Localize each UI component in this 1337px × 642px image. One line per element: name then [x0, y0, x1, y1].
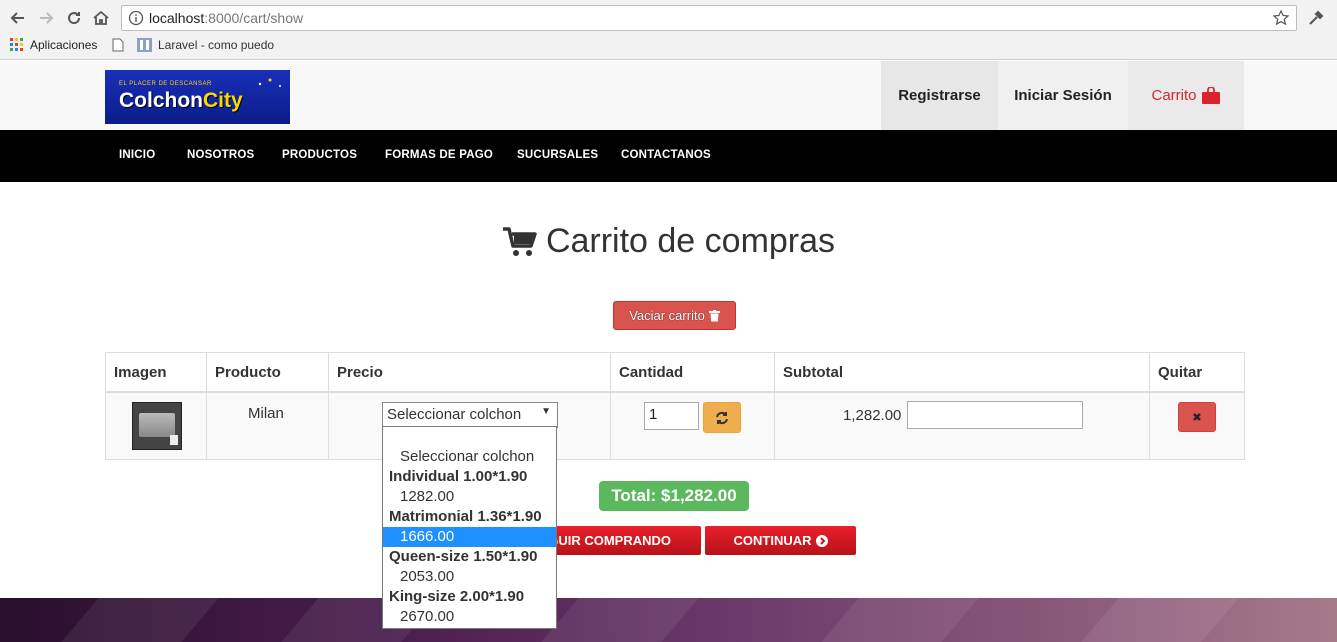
login-link[interactable]: Iniciar Sesión [998, 61, 1128, 130]
bookmarks-bar: Aplicaciones Laravel - como puedo [0, 36, 1337, 58]
chevron-right-circle-icon [815, 534, 828, 547]
cart-total: Total: $1,282.00 [599, 481, 749, 511]
header-imagen: Imagen [114, 364, 167, 381]
bookmark-apps[interactable]: Aplicaciones [10, 38, 97, 52]
quantity-input[interactable]: 1 [644, 402, 699, 430]
url-path: :8000/cart/show [204, 10, 304, 26]
column-divider [1149, 353, 1150, 459]
column-divider [610, 353, 611, 459]
laravel-favicon-icon [137, 38, 152, 52]
continue-label: CONTINUAR [733, 533, 812, 548]
dropdown-group-king: King-size 2.00*1.90 [389, 588, 525, 605]
eyedropper-icon[interactable] [1306, 8, 1326, 28]
header-subtotal: Subtotal [783, 364, 843, 381]
bookmark-label: Aplicaciones [30, 38, 98, 52]
column-divider [774, 353, 775, 459]
browser-chrome: localhost:8000/cart/show Aplicaciones La… [0, 0, 1337, 60]
footer-band [0, 598, 1337, 642]
header-precio: Precio [337, 364, 383, 381]
shopping-bag-icon [1201, 86, 1220, 104]
product-name: Milan [248, 405, 284, 422]
apps-grid-icon [10, 38, 23, 51]
dropdown-group-individual: Individual 1.00*1.90 [389, 468, 528, 485]
mattress-size-select[interactable]: Seleccionar colchon ▼ [382, 402, 558, 428]
home-icon[interactable] [89, 6, 113, 30]
nav-item-formas-de-pago[interactable]: FORMAS DE PAGO [385, 149, 493, 161]
update-quantity-button[interactable] [703, 402, 741, 433]
url-text: localhost:8000/cart/show [149, 10, 303, 26]
url-host: localhost [149, 10, 205, 26]
cart-table: Imagen Producto Precio Cantidad Subtotal… [105, 352, 1245, 460]
colchon-city-logo[interactable]: EL PLACER DE DESCANSAR ColchonCity [105, 70, 290, 124]
mattress-size-dropdown[interactable]: Seleccionar colchon Individual 1.00*1.90… [382, 426, 557, 629]
bookmark-star-icon[interactable] [1272, 9, 1290, 27]
dropdown-group-matrimonial: Matrimonial 1.36*1.90 [389, 508, 542, 525]
header-cantidad: Cantidad [619, 364, 684, 381]
empty-cart-label: Vaciar carrito [629, 308, 705, 323]
column-divider [328, 353, 329, 459]
product-image [132, 402, 182, 450]
logo-wordmark: ColchonCity [119, 89, 243, 113]
nav-item-inicio[interactable]: INICIO [119, 149, 155, 161]
keep-shopping-button[interactable]: GUIR COMPRANDO [541, 526, 701, 555]
logo-word-b: City [203, 89, 243, 112]
page-title: Carrito de compras [0, 222, 1337, 261]
main-nav: INICIO NOSOTROS PRODUCTOS FORMAS DE PAGO… [0, 130, 1337, 182]
dropdown-option-queen[interactable]: 2053.00 [383, 567, 556, 587]
select-value: Seleccionar colchon [387, 406, 522, 423]
stars-icon [258, 78, 281, 87]
dropdown-arrow-icon: ▼ [541, 406, 551, 417]
empty-cart-button[interactable]: Vaciar carrito [613, 301, 736, 330]
close-icon [1193, 413, 1201, 421]
back-arrow-icon[interactable] [6, 6, 30, 30]
refresh-icon [716, 411, 728, 424]
cart-label: Carrito [1151, 87, 1197, 104]
register-link[interactable]: Registrarse [881, 61, 998, 130]
nav-item-nosotros[interactable]: NOSOTROS [187, 149, 254, 161]
address-bar[interactable]: localhost:8000/cart/show [121, 5, 1297, 31]
page-title-text: Carrito de compras [545, 222, 836, 260]
nav-item-productos[interactable]: PRODUCTOS [282, 149, 357, 161]
trash-icon [708, 309, 720, 321]
continue-button[interactable]: CONTINUAR [705, 526, 856, 555]
bookmark-label: Laravel - como puedo [158, 38, 275, 52]
dropdown-option-placeholder[interactable]: Seleccionar colchon [383, 447, 556, 467]
forward-arrow-icon[interactable] [34, 6, 58, 30]
dropdown-option-matrimonial[interactable]: 1666.00 [383, 527, 556, 547]
dropdown-group-queen: Queen-size 1.50*1.90 [389, 548, 538, 565]
register-label: Registrarse [898, 87, 981, 104]
cart-link[interactable]: Carrito [1128, 61, 1244, 130]
header-producto: Producto [215, 364, 281, 381]
dropdown-option-king[interactable]: 2670.00 [383, 607, 556, 627]
dropdown-option-individual[interactable]: 1282.00 [383, 487, 556, 507]
table-header-row: Imagen Producto Precio Cantidad Subtotal… [106, 353, 1244, 393]
info-icon[interactable] [128, 10, 144, 26]
nav-item-sucursales[interactable]: SUCURSALES [517, 149, 598, 161]
logo-tagline: EL PLACER DE DESCANSAR [119, 81, 212, 87]
header-quitar: Quitar [1158, 364, 1203, 381]
site-header: EL PLACER DE DESCANSAR ColchonCity Regis… [0, 61, 1337, 130]
bookmark-page-icon[interactable] [112, 38, 124, 52]
nav-item-contactanos[interactable]: CONTACTANOS [621, 149, 711, 161]
subtotal-value: 1,282.00 [843, 407, 902, 424]
table-row: Milan Seleccionar colchon ▼ 1 1,282.00 [106, 393, 1244, 459]
column-divider [206, 353, 207, 459]
subtotal-field[interactable] [907, 401, 1083, 429]
bookmark-laravel[interactable]: Laravel - como puedo [137, 38, 274, 52]
logo-word-a: Colchon [119, 89, 203, 112]
reload-icon[interactable] [62, 6, 86, 30]
keep-shopping-label: GUIR COMPRANDO [548, 533, 671, 548]
cart-total-text: Total: $1,282.00 [611, 486, 737, 505]
login-label: Iniciar Sesión [1014, 87, 1112, 104]
shopping-cart-icon [502, 226, 537, 256]
remove-item-button[interactable] [1178, 402, 1216, 432]
